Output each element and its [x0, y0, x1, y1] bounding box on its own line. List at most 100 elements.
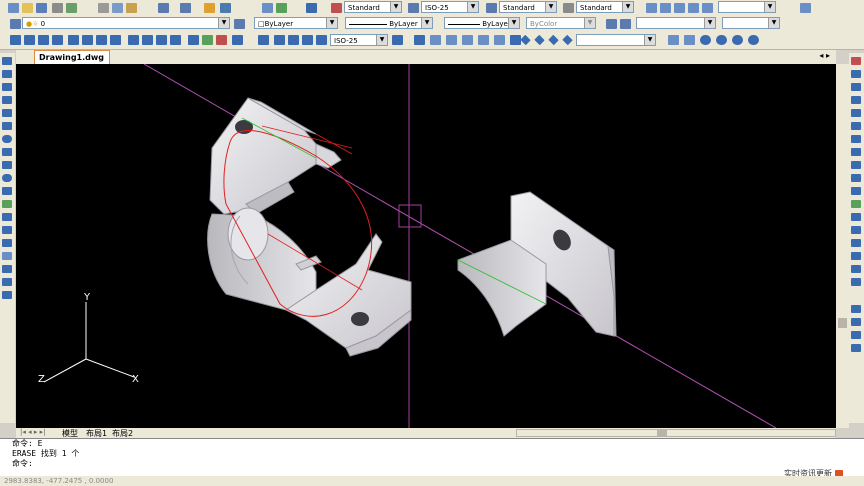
dim-style-select-2[interactable]: ISO-25 ▼: [330, 34, 388, 46]
layer-manager-icon[interactable]: [10, 19, 21, 29]
workspace-icon-4[interactable]: [688, 3, 699, 13]
workspace-icon-2[interactable]: [660, 3, 671, 13]
diamond-icon-3[interactable]: [548, 34, 559, 46]
insert-block-icon[interactable]: [2, 200, 12, 208]
preview-icon[interactable]: [66, 3, 77, 13]
hatch-icon[interactable]: [2, 239, 12, 247]
color-select[interactable]: □ByLayer ▼: [254, 17, 338, 29]
design-center-icon[interactable]: [276, 3, 287, 13]
table-icon[interactable]: [2, 278, 12, 286]
render-icon-2[interactable]: [430, 35, 441, 45]
horizontal-scrollbar[interactable]: [516, 429, 836, 437]
view-icon[interactable]: [606, 19, 617, 29]
dim-style-select[interactable]: ISO-25 ▼: [421, 1, 479, 13]
properties-icon[interactable]: [262, 3, 273, 13]
construction-line-icon[interactable]: [2, 70, 12, 78]
render-icon-7[interactable]: [510, 35, 521, 45]
array-icon[interactable]: [851, 109, 861, 117]
ellipse-icon[interactable]: [2, 174, 12, 182]
radius-dim-icon[interactable]: [68, 35, 79, 45]
workspace-icon-1[interactable]: [646, 3, 657, 13]
modify-extra-icon-3[interactable]: [851, 318, 861, 326]
plot-style-select[interactable]: ByColor ▼: [526, 17, 596, 29]
diamond-icon-1[interactable]: [520, 34, 531, 46]
scale-icon[interactable]: [851, 148, 861, 156]
open-file-icon[interactable]: [22, 3, 33, 13]
gradient-icon[interactable]: [2, 252, 12, 260]
layout-nav-icon[interactable]: |◂ ◂ ▸ ▸|: [20, 428, 45, 436]
offset-icon[interactable]: [851, 96, 861, 104]
vertical-scrollbar[interactable]: [836, 64, 849, 428]
fillet-icon[interactable]: [851, 252, 861, 260]
angular-dim-icon[interactable]: [110, 35, 121, 45]
extra-select[interactable]: ▼: [722, 17, 780, 29]
arc-icon[interactable]: [2, 122, 12, 130]
table-style-select[interactable]: Standard ▼: [499, 1, 557, 13]
ordinate-dim-icon[interactable]: [52, 35, 63, 45]
point-icon[interactable]: [2, 226, 12, 234]
tab-scroll-arrows-icon[interactable]: ◂ ▸: [819, 51, 830, 60]
render-icon-1[interactable]: [414, 35, 425, 45]
render-icon-3[interactable]: [446, 35, 457, 45]
render-icon-6[interactable]: [494, 35, 505, 45]
zoom-icon[interactable]: [220, 3, 231, 13]
ellipse-arc-icon[interactable]: [2, 187, 12, 195]
spline-icon[interactable]: [2, 161, 12, 169]
search-icon[interactable]: [620, 19, 631, 29]
mleader-style-select[interactable]: Standard ▼: [576, 1, 634, 13]
scroll-thumb[interactable]: [838, 318, 847, 328]
render-icon-4[interactable]: [462, 35, 473, 45]
continue-dim-icon[interactable]: [156, 35, 167, 45]
copy-object-icon[interactable]: [851, 70, 861, 78]
aligned-dim-icon[interactable]: [24, 35, 35, 45]
dim-text-edit-icon[interactable]: [258, 35, 269, 45]
layer-select[interactable]: ●☼ 0 ▼: [22, 17, 230, 29]
help-icon[interactable]: [306, 3, 317, 13]
shade-icon-1[interactable]: [668, 35, 679, 45]
workspace-icon-3[interactable]: [674, 3, 685, 13]
dim-space-icon[interactable]: [170, 35, 181, 45]
redo-icon[interactable]: [180, 3, 191, 13]
visual-style-select[interactable]: ▼: [576, 34, 656, 46]
dim-edit-icon[interactable]: [232, 35, 243, 45]
mtext-icon[interactable]: [2, 291, 12, 299]
make-current-layer-icon[interactable]: [234, 19, 245, 29]
center-mark-icon[interactable]: [202, 35, 213, 45]
command-window[interactable]: 命令: E ERASE 找到 1 个 命令: 实时资讯更新: [0, 438, 864, 481]
move-icon[interactable]: [851, 122, 861, 130]
print-icon[interactable]: [52, 3, 63, 13]
workspace-select[interactable]: ▼: [718, 1, 776, 13]
revcloud-icon[interactable]: [2, 148, 12, 156]
view-select[interactable]: ▼: [636, 17, 716, 29]
document-tab[interactable]: Drawing1.dwg: [34, 50, 110, 64]
paste-icon[interactable]: [126, 3, 137, 13]
shade-icon-4[interactable]: [716, 35, 727, 45]
dim-icon-b[interactable]: [302, 35, 313, 45]
explode-icon[interactable]: [851, 265, 861, 273]
line-icon[interactable]: [2, 57, 12, 65]
mirror-icon[interactable]: [851, 83, 861, 91]
break-icon[interactable]: [851, 213, 861, 221]
text-style-select[interactable]: Standard ▼: [344, 1, 402, 13]
arc-length-icon[interactable]: [38, 35, 49, 45]
workspace-icon-5[interactable]: [702, 3, 713, 13]
linear-dim-icon[interactable]: [10, 35, 21, 45]
render-icon-5[interactable]: [478, 35, 489, 45]
modify-extra-icon-5[interactable]: [851, 344, 861, 352]
join-icon[interactable]: [851, 226, 861, 234]
diamond-icon-4[interactable]: [562, 34, 573, 46]
erase-icon[interactable]: [851, 57, 861, 65]
rectangle-icon[interactable]: [2, 109, 12, 117]
tolerance-icon[interactable]: [188, 35, 199, 45]
save-icon[interactable]: [36, 3, 47, 13]
command-prompt[interactable]: 命令:: [0, 459, 864, 469]
copy-icon[interactable]: [112, 3, 123, 13]
extend-icon[interactable]: [851, 187, 861, 195]
circle-icon[interactable]: [2, 135, 12, 143]
dim-style-manager-icon[interactable]: [392, 35, 403, 45]
dim-icon-a[interactable]: [288, 35, 299, 45]
baseline-dim-icon[interactable]: [142, 35, 153, 45]
toolbar-extra-icon[interactable]: [800, 3, 811, 13]
lineweight-select[interactable]: ByLayer ▼: [444, 17, 520, 29]
polyline-icon[interactable]: [2, 83, 12, 91]
